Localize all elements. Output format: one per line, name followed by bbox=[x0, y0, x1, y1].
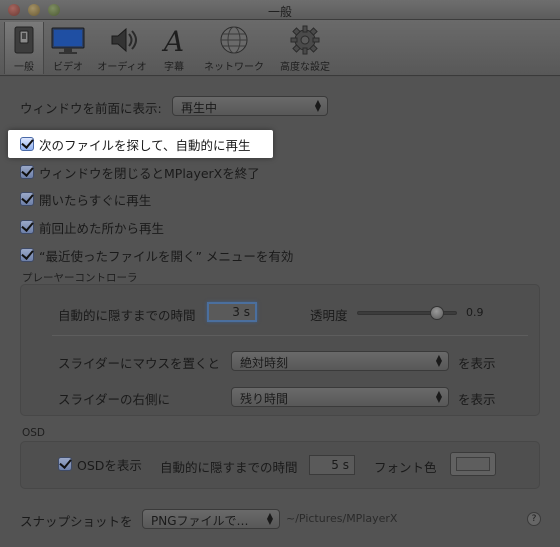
tab-subtitles[interactable]: A 字幕 bbox=[156, 22, 192, 74]
snapshot-label: スナップショットを bbox=[20, 514, 133, 529]
tab-network-label: ネットワーク bbox=[204, 62, 264, 73]
player-controller-group-title: プレーヤーコントローラ bbox=[22, 272, 138, 284]
checkbox-checked-icon bbox=[20, 248, 34, 262]
general-pane: ウィンドウを前面に表示: 再生中 ▲ ▼ 次のファイルを探して、自動的に再生 ウィ… bbox=[0, 77, 560, 547]
tab-audio-label: オーディオ bbox=[97, 62, 147, 73]
snapshot-format-value: PNGファイルで… bbox=[151, 514, 249, 528]
font-color-label: フォント色 bbox=[374, 460, 437, 475]
preferences-window: 一般 一般 ビデオ オーディオ A 字幕 ネットワーク 高度な設定 ウィンドウを… bbox=[0, 0, 560, 547]
speaker-icon bbox=[111, 27, 137, 53]
snapshot-format-popup[interactable]: PNGファイルで… ▲ ▼ bbox=[142, 509, 280, 529]
gear-icon bbox=[290, 25, 320, 55]
play-on-open-label: 開いたらすぐに再生 bbox=[39, 192, 152, 208]
help-icon[interactable]: ? bbox=[527, 512, 541, 526]
recent-files-menu-label: “最近使ったファイルを開く” メニューを有効 bbox=[39, 248, 294, 264]
tab-network[interactable]: ネットワーク bbox=[196, 22, 272, 74]
tab-subtitles-label: 字幕 bbox=[164, 62, 184, 73]
window-front-label: ウィンドウを前面に表示: bbox=[20, 101, 162, 116]
tab-advanced[interactable]: 高度な設定 bbox=[274, 22, 336, 74]
tab-audio[interactable]: オーディオ bbox=[92, 22, 152, 74]
quit-on-close-checkbox[interactable]: ウィンドウを閉じるとMPlayerXを終了 bbox=[20, 162, 260, 182]
controller-autohide-label: 自動的に隠すまでの時間 bbox=[58, 308, 196, 323]
osd-autohide-field[interactable]: 5 s bbox=[309, 455, 355, 475]
right-side-popup[interactable]: 残り時間 ▲ ▼ bbox=[231, 387, 449, 407]
mouse-over-label: スライダーにマウスを置くと bbox=[58, 356, 221, 371]
popup-arrows-icon: ▲ ▼ bbox=[435, 389, 442, 404]
osd-show-label: OSDを表示 bbox=[77, 457, 142, 473]
tab-advanced-label: 高度な設定 bbox=[280, 62, 330, 73]
auto-play-next-checkbox[interactable]: 次のファイルを探して、自動的に再生 bbox=[20, 134, 251, 154]
right-side-value: 残り時間 bbox=[240, 392, 289, 406]
play-on-open-checkbox[interactable]: 開いたらすぐに再生 bbox=[20, 189, 151, 209]
title-bar: 一般 bbox=[0, 0, 560, 20]
auto-play-next-label: 次のファイルを探して、自動的に再生 bbox=[39, 137, 251, 153]
mouse-over-value: 絶対時刻 bbox=[240, 356, 289, 370]
tab-video-label: ビデオ bbox=[53, 62, 83, 73]
checkbox-checked-icon bbox=[58, 457, 72, 471]
right-side-suffix: を表示 bbox=[458, 392, 496, 407]
popup-arrows-icon: ▲ ▼ bbox=[314, 98, 321, 113]
window-front-value: 再生中 bbox=[181, 101, 218, 115]
popup-arrows-icon: ▲ ▼ bbox=[435, 353, 442, 368]
window-front-popup[interactable]: 再生中 ▲ ▼ bbox=[172, 96, 328, 116]
osd-autohide-label: 自動的に隠すまでの時間 bbox=[160, 460, 298, 475]
highlighted-option: 次のファイルを探して、自動的に再生 bbox=[8, 130, 273, 158]
checkbox-checked-icon bbox=[20, 220, 34, 234]
osd-group-title: OSD bbox=[22, 427, 46, 439]
mouse-over-popup[interactable]: 絶対時刻 ▲ ▼ bbox=[231, 351, 449, 371]
font-color-swatch bbox=[456, 457, 490, 471]
font-color-well[interactable] bbox=[450, 452, 496, 476]
snapshot-path: ~/Pictures/MPlayerX bbox=[286, 512, 398, 525]
controller-separator bbox=[52, 335, 528, 336]
opacity-value: 0.9 bbox=[466, 306, 484, 319]
monitor-icon bbox=[51, 27, 85, 54]
globe-icon bbox=[220, 26, 248, 54]
opacity-slider-knob[interactable] bbox=[430, 306, 444, 320]
checkbox-checked-icon bbox=[20, 192, 34, 206]
tab-general[interactable]: 一般 bbox=[4, 22, 44, 74]
tab-general-label: 一般 bbox=[14, 62, 34, 73]
preferences-toolbar: 一般 ビデオ オーディオ A 字幕 ネットワーク 高度な設定 bbox=[0, 20, 560, 76]
opacity-label: 透明度 bbox=[310, 308, 348, 323]
popup-arrows-icon: ▲ ▼ bbox=[266, 511, 273, 526]
controller-autohide-field[interactable]: 3 s bbox=[207, 302, 257, 322]
tab-video[interactable]: ビデオ bbox=[48, 22, 88, 74]
quit-on-close-label: ウィンドウを閉じるとMPlayerXを終了 bbox=[39, 165, 260, 181]
checkbox-checked-icon bbox=[20, 165, 34, 179]
resume-playback-label: 前回止めた所から再生 bbox=[39, 220, 165, 236]
osd-show-checkbox[interactable]: OSDを表示 bbox=[58, 454, 142, 474]
resume-playback-checkbox[interactable]: 前回止めた所から再生 bbox=[20, 217, 164, 237]
general-switch-icon bbox=[14, 26, 34, 54]
recent-files-menu-checkbox[interactable]: “最近使ったファイルを開く” メニューを有効 bbox=[20, 245, 293, 265]
checkbox-checked-icon bbox=[20, 137, 34, 151]
window-title: 一般 bbox=[267, 5, 292, 19]
mouse-over-suffix: を表示 bbox=[458, 356, 496, 371]
right-side-label: スライダーの右側に bbox=[58, 392, 171, 407]
font-a-icon: A bbox=[161, 25, 184, 56]
svg-text:A: A bbox=[161, 25, 184, 56]
